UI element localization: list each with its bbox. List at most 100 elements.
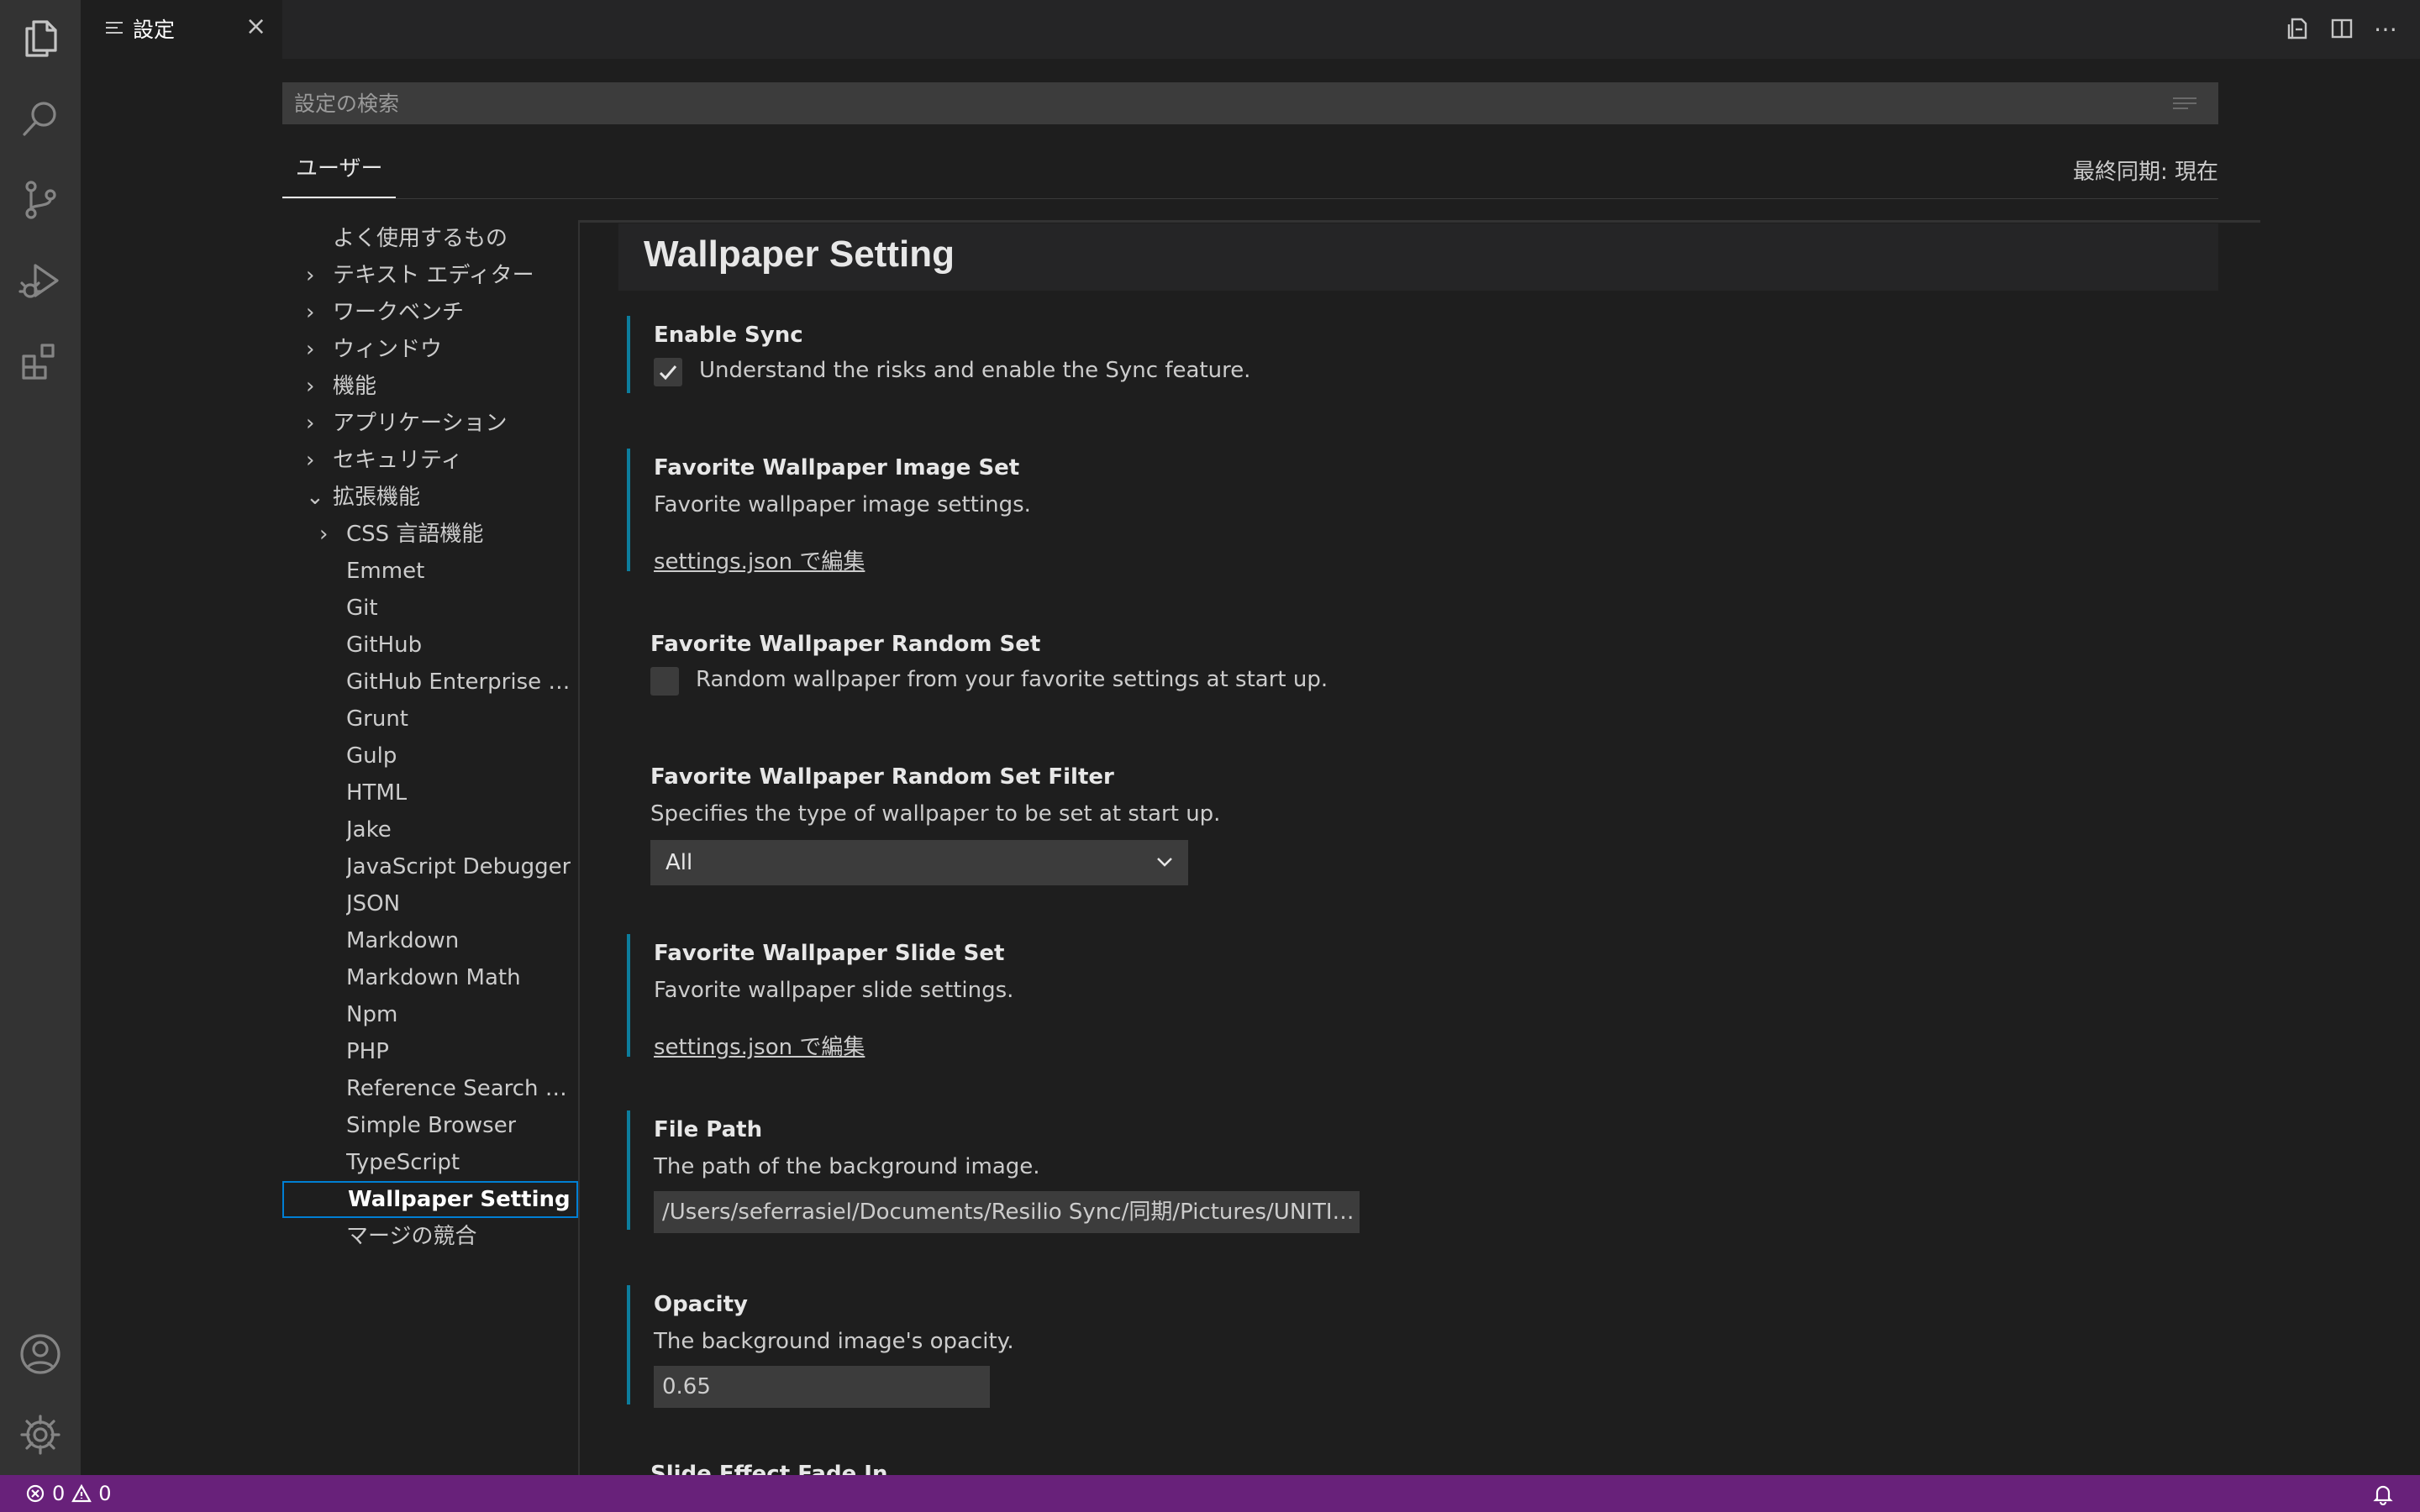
setting-title: Enable Sync	[654, 323, 803, 348]
toc-item[interactable]: Grunt	[282, 701, 578, 738]
toc-item[interactable]: › アプリケーション	[282, 405, 578, 442]
random-set-checkbox[interactable]	[650, 667, 679, 696]
toc-item[interactable]: よく使用するもの	[282, 220, 578, 257]
toc-item[interactable]: › CSS 言語機能	[282, 516, 578, 553]
more-actions-icon[interactable]: ⋯	[2371, 13, 2400, 44]
toc-item-label: Npm	[346, 1002, 398, 1027]
toc-item-label: Git	[346, 596, 378, 621]
setting-random-filter: Favorite Wallpaper Random Set Filter Spe…	[627, 758, 2215, 892]
chevron-right-icon: ›	[319, 522, 329, 547]
toc-item[interactable]: › セキュリティ	[282, 442, 578, 479]
source-control-icon[interactable]	[15, 175, 66, 225]
setting-slide-fade: Slide Effect Fade In	[627, 1458, 2215, 1475]
toc-item[interactable]: GitHub Enterprise Au...	[282, 664, 578, 701]
setting-description: Favorite wallpaper slide settings.	[654, 978, 1014, 1003]
warning-count: 0	[98, 1482, 112, 1505]
setting-description: Favorite wallpaper image settings.	[654, 492, 1031, 517]
toc-item-label: ウィンドウ	[333, 337, 443, 362]
open-settings-json-icon[interactable]	[2284, 13, 2312, 44]
settings-editor-icon	[106, 18, 123, 39]
toc-item[interactable]: PHP	[282, 1033, 578, 1070]
toc-item-label: GitHub	[346, 633, 423, 658]
setting-random-set: Favorite Wallpaper Random Set Random wal…	[627, 625, 2215, 709]
toc-item[interactable]: HTML	[282, 774, 578, 811]
setting-image-set: Favorite Wallpaper Image Set Favorite wa…	[627, 449, 2218, 575]
toc-item[interactable]: Git	[282, 590, 578, 627]
settings-gear-icon[interactable]	[15, 1410, 66, 1460]
edit-in-settings-json-link[interactable]: settings.json で編集	[654, 1030, 865, 1061]
toc-item[interactable]: JSON	[282, 885, 578, 922]
account-icon[interactable]	[15, 1329, 66, 1379]
setting-enable-sync: Enable Sync Understand the risks and ena…	[627, 316, 2218, 393]
chevron-right-icon: ›	[306, 411, 315, 436]
settings-search-box[interactable]	[282, 82, 2218, 124]
enable-sync-checkbox[interactable]	[654, 358, 682, 386]
run-debug-icon[interactable]	[15, 255, 66, 306]
settings-search-input[interactable]	[292, 90, 2144, 117]
editor-actions: ⋯	[2284, 13, 2400, 44]
setting-title: Favorite Wallpaper Slide Set	[654, 941, 1005, 966]
settings-scope-bar: ユーザー 最終同期: 現在	[282, 151, 2218, 199]
notifications-bell-icon[interactable]	[2371, 1482, 2395, 1506]
chevron-right-icon: ›	[306, 448, 315, 473]
setting-opacity: Opacity The background image's opacity. …	[627, 1285, 2218, 1408]
group-header: Wallpaper Setting	[618, 223, 2218, 291]
clear-filter-icon[interactable]	[2173, 94, 2196, 113]
warning-icon	[71, 1483, 92, 1503]
toc-item[interactable]: JavaScript Debugger	[282, 848, 578, 885]
toc-item-label: Markdown Math	[346, 965, 521, 990]
setting-file-path: File Path The path of the background ima…	[627, 1110, 2218, 1233]
toc-item-label: Markdown	[346, 928, 460, 953]
toc-divider	[578, 220, 580, 1475]
toc-item[interactable]: Reference Search Vi...	[282, 1070, 578, 1107]
toc-item-label: セキュリティ	[333, 448, 463, 473]
error-icon	[26, 1484, 45, 1503]
toc-item-label: CSS 言語機能	[346, 522, 484, 547]
toc-item[interactable]: Simple Browser	[282, 1107, 578, 1144]
toc-item-label: JavaScript Debugger	[346, 854, 571, 879]
setting-description: The background image's opacity.	[654, 1329, 1014, 1354]
setting-title: Favorite Wallpaper Image Set	[654, 455, 1020, 480]
toc-item[interactable]: マージの競合	[282, 1218, 578, 1255]
chevron-right-icon: ›	[306, 300, 315, 325]
toc-item[interactable]: Markdown	[282, 922, 578, 959]
setting-slide-set: Favorite Wallpaper Slide Set Favorite wa…	[627, 934, 2218, 1060]
toc-item[interactable]: › テキスト エディター	[282, 257, 578, 294]
editor-tab-bar: 設定 × ⋯	[81, 0, 2420, 59]
toc-item[interactable]: TypeScript	[282, 1144, 578, 1181]
toc-item-label: JSON	[346, 891, 401, 916]
toc-item[interactable]: Gulp	[282, 738, 578, 774]
toc-item[interactable]: GitHub	[282, 627, 578, 664]
toc-item[interactable]: ⌄ 拡張機能	[282, 479, 578, 516]
toc-item[interactable]: Emmet	[282, 553, 578, 590]
split-editor-icon[interactable]	[2328, 13, 2356, 44]
setting-title: File Path	[654, 1117, 763, 1142]
setting-title: Slide Effect Fade In	[650, 1462, 888, 1475]
edit-in-settings-json-link[interactable]: settings.json で編集	[654, 544, 865, 575]
problems-status[interactable]: 0 0	[25, 1482, 112, 1505]
toc-item-label: GitHub Enterprise Au...	[346, 669, 578, 695]
random-filter-select[interactable]: All	[650, 840, 1188, 885]
chevron-down-icon	[1157, 858, 1172, 867]
toc-item[interactable]: › ウィンドウ	[282, 331, 578, 368]
toc-item[interactable]: Wallpaper Setting	[282, 1181, 578, 1218]
setting-description: The path of the background image.	[654, 1154, 1040, 1179]
search-icon[interactable]	[15, 94, 66, 144]
toc-item-label: HTML	[346, 780, 408, 806]
toc-item[interactable]: Markdown Math	[282, 959, 578, 996]
setting-description: Specifies the type of wallpaper to be se…	[650, 801, 1221, 827]
explorer-icon[interactable]	[15, 13, 66, 64]
setting-title: Favorite Wallpaper Random Set	[650, 632, 1041, 657]
toc-item[interactable]: › ワークベンチ	[282, 294, 578, 331]
toc-item[interactable]: › 機能	[282, 368, 578, 405]
close-icon[interactable]: ×	[245, 12, 266, 41]
extensions-icon[interactable]	[15, 336, 66, 386]
group-title: Wallpaper Setting	[644, 234, 955, 275]
file-path-input[interactable]: /Users/seferrasiel/Documents/Resilio Syn…	[654, 1191, 1360, 1233]
activity-bar	[0, 0, 81, 1475]
toc-item[interactable]: Jake	[282, 811, 578, 848]
tab-user[interactable]: ユーザー	[282, 151, 397, 198]
tab-settings[interactable]: 設定 ×	[81, 0, 282, 59]
opacity-input[interactable]: 0.65	[654, 1366, 990, 1408]
toc-item[interactable]: Npm	[282, 996, 578, 1033]
